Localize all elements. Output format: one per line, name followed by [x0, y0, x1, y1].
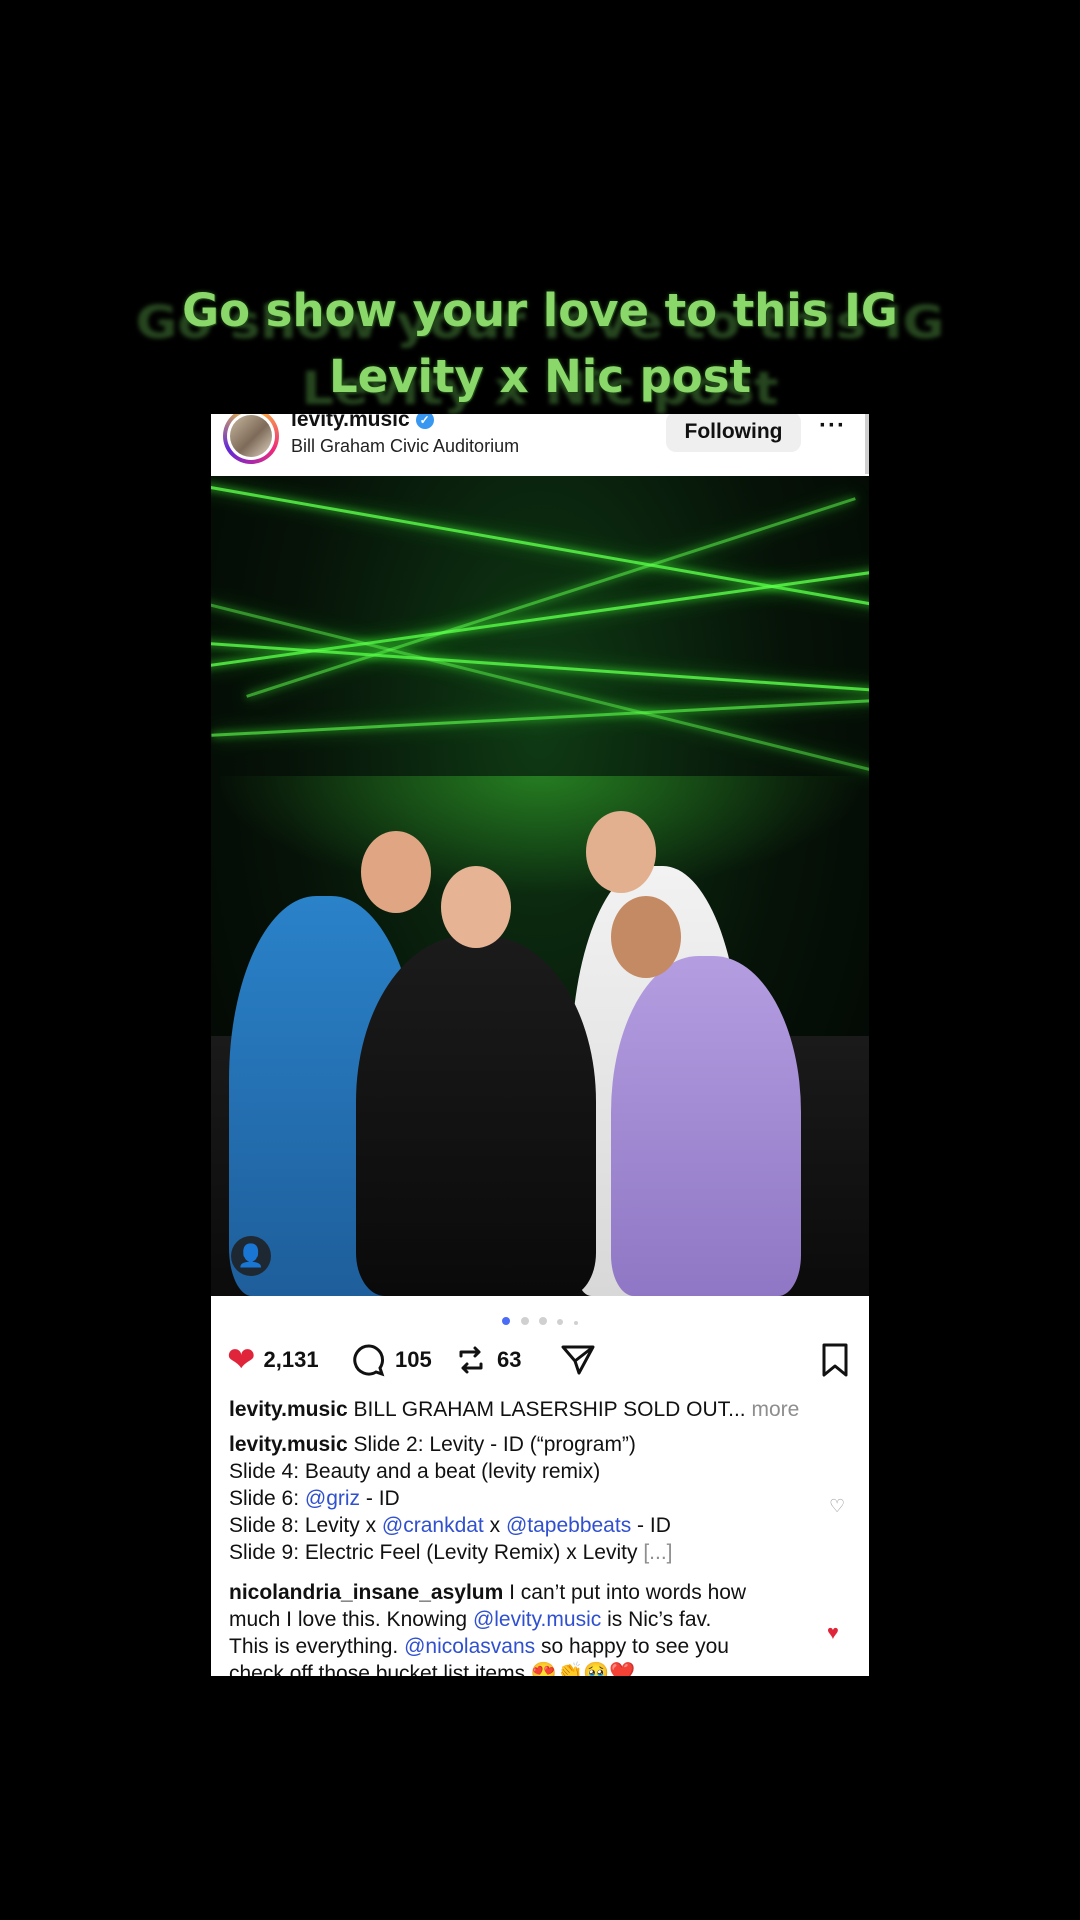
- post-actions-bar: ❤ 2,131 105 63: [227, 1336, 853, 1384]
- mention-link[interactable]: @tapebbeats: [506, 1514, 631, 1537]
- comment-count[interactable]: 105: [395, 1347, 432, 1373]
- comment-text: - ID: [631, 1514, 671, 1537]
- caption-text: BILL GRAHAM LASERSHIP SOLD OUT...: [353, 1398, 746, 1421]
- repost-action[interactable]: 63: [453, 1336, 521, 1384]
- comment-text: I can’t put into words how: [509, 1581, 747, 1604]
- comment-text: - ID: [360, 1487, 400, 1510]
- caption-username[interactable]: levity.music: [229, 1398, 348, 1421]
- comment-text: Slide 4: Beauty and a beat (levity remix…: [229, 1460, 601, 1483]
- mention-link[interactable]: @griz: [305, 1487, 360, 1510]
- verified-badge-icon: ✓: [415, 414, 434, 429]
- avatar[interactable]: [223, 414, 279, 464]
- comment-action[interactable]: 105: [351, 1336, 432, 1384]
- comment-text: Slide 2: Levity - ID (“program”): [353, 1433, 636, 1456]
- caption-more-link[interactable]: more: [751, 1398, 799, 1421]
- comment-text: This is everything.: [229, 1635, 405, 1658]
- repost-count[interactable]: 63: [497, 1347, 521, 1373]
- comment-expand-link[interactable]: [...]: [643, 1541, 672, 1564]
- carousel-dot: [539, 1317, 547, 1325]
- heart-icon[interactable]: ❤: [227, 1336, 256, 1384]
- comment-text: Slide 9: Electric Feel (Levity Remix) x …: [229, 1541, 638, 1564]
- mention-link[interactable]: @nicolasvans: [404, 1635, 535, 1658]
- tagged-users-icon[interactable]: 👤: [231, 1236, 271, 1276]
- overlay-line2: Levity x Nic post: [328, 350, 751, 403]
- like-count[interactable]: 2,131: [264, 1347, 319, 1373]
- send-icon[interactable]: [559, 1341, 597, 1379]
- overlay-line1: Go show your love to this IG: [182, 284, 898, 337]
- comment-text: Slide 8: Levity x: [229, 1514, 382, 1537]
- carousel-dot: [502, 1317, 511, 1325]
- following-button[interactable]: Following: [666, 414, 801, 452]
- comment-text: x: [483, 1514, 506, 1537]
- like-action[interactable]: ❤ 2,131: [227, 1336, 319, 1384]
- bookmark-icon[interactable]: [819, 1342, 851, 1378]
- carousel-indicator: [211, 1312, 869, 1330]
- more-options-icon[interactable]: ···: [819, 414, 846, 440]
- comment-like-heart-icon[interactable]: ♥: [827, 1622, 839, 1645]
- post-caption[interactable]: levity.music BILL GRAHAM LASERSHIP SOLD …: [229, 1396, 849, 1424]
- comment-text: check off those bucket list items 😍👏🥹❤️: [229, 1662, 636, 1676]
- post-location[interactable]: Bill Graham Civic Auditorium: [291, 436, 519, 457]
- comment-text: so happy to see you: [535, 1635, 729, 1658]
- mention-link[interactable]: @crankdat: [382, 1514, 484, 1537]
- overlay-caption: Go show your love to this IG Levity x Ni…: [0, 278, 1080, 415]
- instagram-post-card: levity.music ✓ Bill Graham Civic Auditori…: [211, 414, 869, 1676]
- comment-item: nicolandria_insane_asylum I can’t put in…: [229, 1579, 819, 1676]
- comment-username[interactable]: levity.music: [229, 1433, 348, 1456]
- comment-item: levity.music Slide 2: Levity - ID (“prog…: [229, 1431, 819, 1566]
- comment-like-heart-icon[interactable]: ♡: [829, 1496, 845, 1517]
- post-photo[interactable]: 👤: [211, 476, 869, 1296]
- comment-icon[interactable]: [351, 1342, 387, 1378]
- comment-username[interactable]: nicolandria_insane_asylum: [229, 1581, 503, 1604]
- comment-text: is Nic’s fav.: [601, 1608, 712, 1631]
- carousel-dot: [520, 1317, 529, 1325]
- repost-icon[interactable]: [453, 1342, 489, 1378]
- comment-text: Slide 6:: [229, 1487, 305, 1510]
- mention-link[interactable]: @levity.music: [473, 1608, 601, 1631]
- post-header: levity.music ✓ Bill Graham Civic Auditori…: [211, 414, 869, 474]
- comment-text: much I love this. Knowing: [229, 1608, 473, 1631]
- post-username[interactable]: levity.music ✓: [291, 414, 434, 432]
- carousel-dot: [557, 1319, 564, 1325]
- share-action[interactable]: [559, 1336, 597, 1384]
- carousel-dot: [573, 1321, 578, 1325]
- save-action[interactable]: [819, 1336, 851, 1384]
